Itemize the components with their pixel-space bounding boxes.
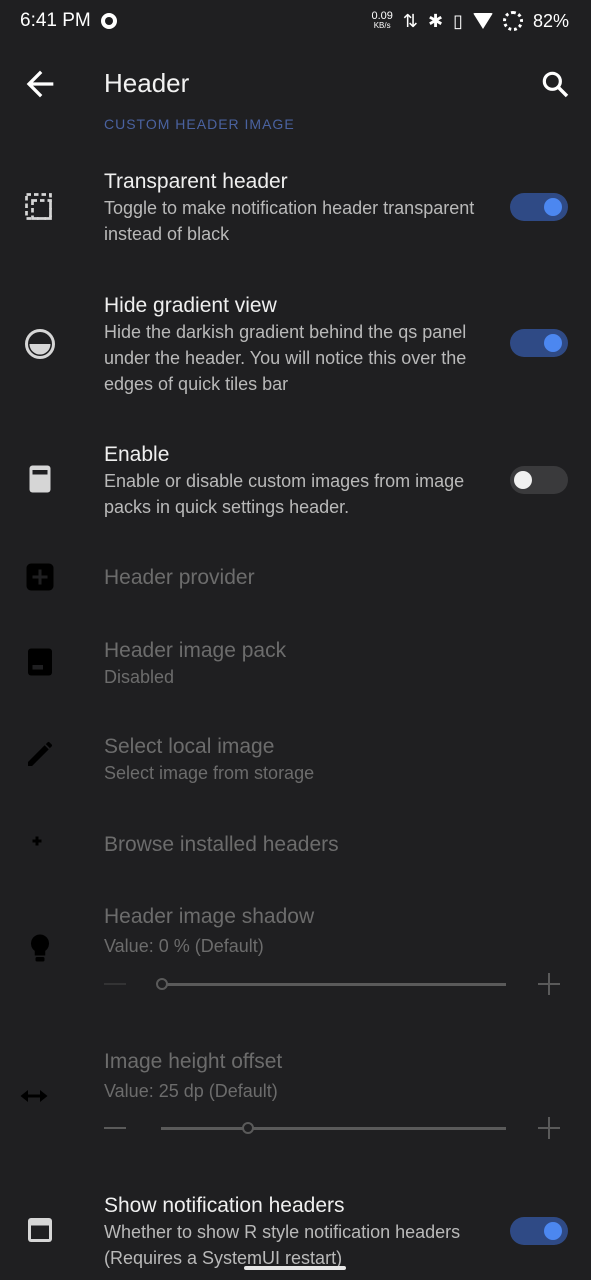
pref-summary: Whether to show R style notification hea…: [104, 1222, 461, 1268]
horizontal-arrows-icon: [20, 1090, 48, 1102]
pencil-icon: [28, 742, 52, 766]
height-offset-slider[interactable]: [104, 1114, 564, 1144]
pref-summary: Disabled: [104, 667, 175, 687]
toolbar: Header: [0, 44, 591, 124]
pref-title: Image height offset: [104, 1050, 283, 1073]
pref-select-local-image[interactable]: Select local image Select image from sto…: [0, 734, 591, 790]
page-title: Header: [104, 68, 190, 98]
home-indicator[interactable]: [244, 1266, 346, 1270]
pref-summary: Value: 0 % (Default): [104, 936, 264, 956]
back-arrow-icon[interactable]: [20, 64, 60, 104]
pref-title: Browse installed headers: [104, 833, 339, 856]
decrease-button[interactable]: [104, 983, 126, 985]
pref-title: Enable: [104, 443, 170, 466]
zoom-in-icon: [32, 836, 54, 858]
pref-image-height-offset: Image height offset Value: 25 dp (Defaul…: [0, 1048, 591, 1148]
battery-saver-icon: [502, 11, 523, 31]
header-window-icon: [28, 1218, 52, 1242]
lightbulb-icon: [30, 934, 50, 962]
status-icons: 0.09 KB/s ⇅ ✱ ▯ 82%: [371, 8, 569, 34]
pref-header-image-pack[interactable]: Header image pack Disabled: [0, 638, 591, 694]
pref-header-provider[interactable]: Header provider: [0, 558, 591, 598]
enable-switch[interactable]: [510, 466, 568, 494]
pref-show-notification-headers[interactable]: Show notification headers Whether to sho…: [0, 1192, 591, 1276]
section-header: CUSTOM HEADER IMAGE: [104, 116, 295, 132]
increase-button[interactable]: [538, 1114, 560, 1139]
bluetooth-icon: ✱: [427, 10, 444, 31]
gradient-icon: [25, 329, 55, 359]
pref-header-image-shadow: Header image shadow Value: 0 % (Default): [0, 904, 591, 1004]
notification-headers-switch[interactable]: [510, 1217, 568, 1245]
slider-track[interactable]: [161, 983, 506, 986]
pref-transparent-header[interactable]: Transparent header Toggle to make notifi…: [0, 168, 591, 258]
screen-record-icon: [101, 13, 117, 29]
pref-summary: Select image from storage: [104, 763, 315, 783]
slider-thumb[interactable]: [242, 1122, 254, 1134]
data-arrows-icon: ⇅: [402, 10, 418, 31]
wifi-icon: [472, 13, 493, 29]
search-icon[interactable]: [539, 68, 571, 100]
pref-summary: Hide the darkish gradient behind the qs …: [104, 322, 467, 394]
pref-browse-headers[interactable]: Browse installed headers: [0, 826, 591, 866]
hide-gradient-switch[interactable]: [510, 329, 568, 357]
slider-thumb[interactable]: [156, 978, 168, 990]
battery-percent: 82%: [532, 10, 569, 31]
pref-title: Transparent header: [104, 170, 288, 193]
transparent-square-icon: [25, 193, 52, 220]
plus-box-icon: [26, 563, 54, 591]
vibrate-icon: ▯: [453, 10, 463, 31]
image-frame-icon: [29, 465, 51, 493]
decrease-button[interactable]: [104, 1127, 126, 1129]
pref-title: Show notification headers: [104, 1194, 345, 1217]
increase-button[interactable]: [538, 970, 560, 995]
pref-title: Header provider: [104, 566, 255, 589]
slider-track[interactable]: [161, 1127, 506, 1130]
pref-title: Header image pack: [104, 639, 287, 662]
shadow-slider[interactable]: [104, 970, 564, 1000]
pref-summary: Toggle to make notification header trans…: [104, 198, 475, 244]
pref-title: Header image shadow: [104, 905, 315, 928]
status-time: 6:41 PM: [20, 10, 91, 31]
pref-title: Select local image: [104, 735, 275, 758]
pref-summary: Value: 25 dp (Default): [104, 1081, 278, 1101]
image-pack-icon: [28, 648, 52, 676]
pref-hide-gradient[interactable]: Hide gradient view Hide the darkish grad…: [0, 292, 591, 402]
transparent-header-switch[interactable]: [510, 193, 568, 221]
pref-title: Hide gradient view: [104, 294, 277, 317]
status-bar: 6:41 PM 0.09 KB/s ⇅ ✱ ▯ 82%: [0, 0, 591, 44]
pref-summary: Enable or disable custom images from ima…: [104, 471, 465, 517]
pref-enable[interactable]: Enable Enable or disable custom images f…: [0, 441, 591, 525]
network-speed: 0.09 KB/s: [371, 10, 393, 31]
